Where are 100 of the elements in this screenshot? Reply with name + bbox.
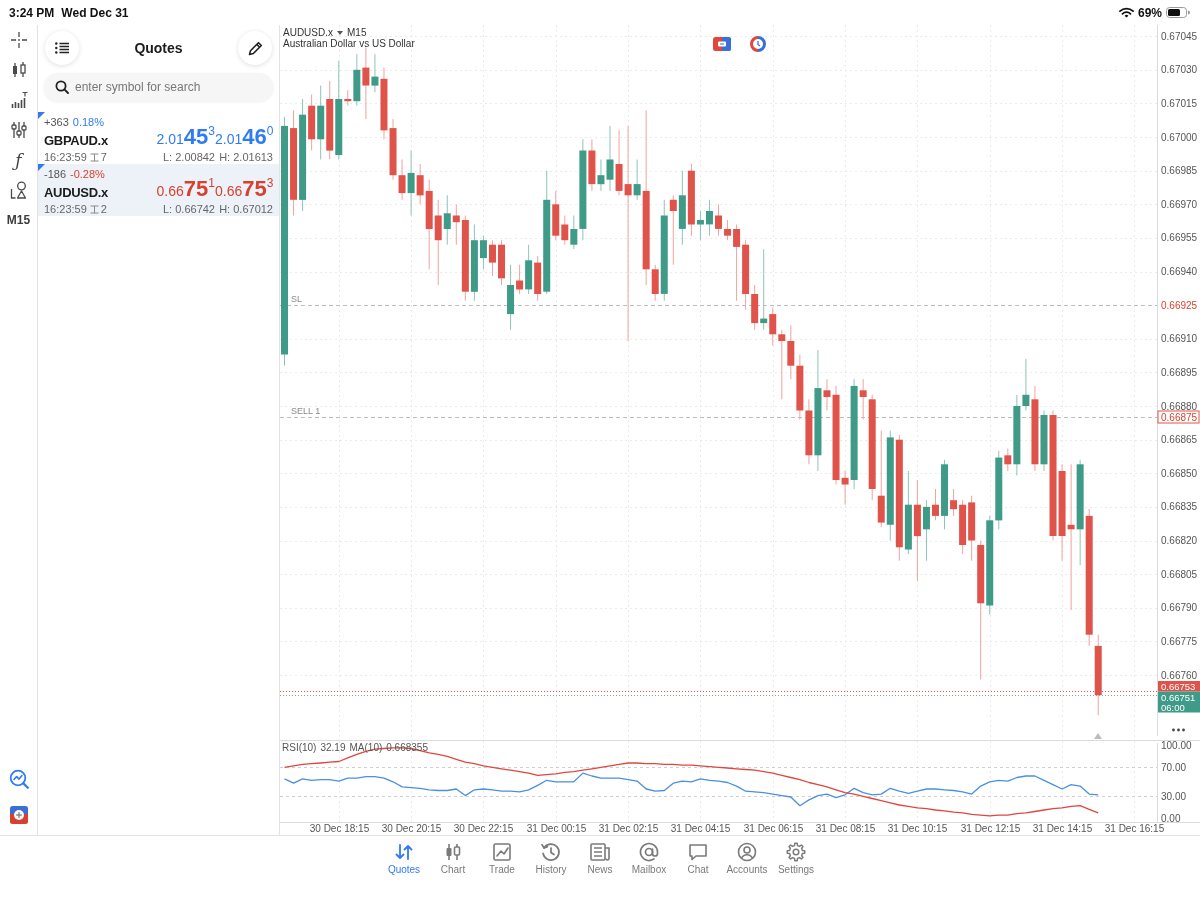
spread-value: 2 — [100, 203, 107, 215]
nav-tab[interactable]: Mailbox — [624, 842, 674, 878]
point-change: +363 — [44, 116, 69, 128]
shapes-icon[interactable] — [9, 181, 28, 199]
bid-price: 0.66751 — [1161, 691, 1196, 703]
search-field[interactable]: enter symbol for search — [44, 73, 273, 101]
nav-tab[interactable]: Trade — [477, 842, 527, 878]
time-axis-label: 31 Dec 10:15 — [887, 823, 948, 834]
falling-candle — [588, 138, 596, 192]
time-axis-label: 31 Dec 08:15 — [815, 823, 876, 834]
quote-row[interactable]: -186 -0.28% AUDUSD.x 0.6675$^{1}$0.6675$^{3}$ 16:23:59 2 L: 0.66742 H: 0.67012 — [38, 164, 279, 216]
status-date: Wed Dec 31 — [61, 5, 129, 20]
level-label: SL — [291, 293, 302, 304]
price-axis-label: 0.67015 — [1161, 97, 1198, 109]
time-axis-label: 31 Dec 04:15 — [670, 823, 731, 834]
bid-price: 2.0145$^{3}$ — [155, 126, 215, 150]
chart-timeframe: M15 — [347, 27, 367, 38]
price-axis-label: 0.66970 — [1161, 198, 1198, 210]
price-axis-label: 0.66820 — [1161, 535, 1198, 546]
pencil-icon — [247, 40, 263, 56]
time-axis-label: 31 Dec 16:15 — [1104, 823, 1165, 834]
time-axis-label: 31 Dec 12:15 — [960, 823, 1021, 834]
nav-tab[interactable]: Chart — [428, 842, 478, 878]
timeframe-button[interactable]: M15 — [6, 213, 31, 227]
series-name: MA(10) — [349, 742, 383, 753]
chart-magnifier-icon[interactable] — [8, 769, 29, 789]
price-axis-label: 0.66910 — [1161, 333, 1198, 345]
high-price: H: 2.01613 — [218, 151, 273, 163]
clock-ring-icon[interactable] — [750, 36, 766, 52]
rising-candle — [941, 459, 949, 530]
caret-icon[interactable] — [337, 30, 343, 35]
sliders-icon[interactable] — [9, 121, 28, 139]
nav-tab[interactable]: History — [526, 842, 576, 878]
quote-row[interactable]: +363 0.18% GBPAUD.x 2.0145$^{3}$2.0146$^{0}$ 16:23:59 7 L: 2.00842 H: 2.01613 — [38, 112, 279, 164]
price-axis-label: 0.66865 — [1161, 434, 1198, 446]
falling-candle — [488, 239, 496, 277]
time-axis-label: 31 Dec 14:15 — [1032, 823, 1093, 834]
status-time: 3:24 PM — [9, 5, 55, 20]
bar-countdown: 06:00 — [1161, 701, 1185, 713]
falling-candle — [932, 488, 939, 521]
up-down-arrows-icon — [393, 842, 415, 862]
spread-icon — [89, 204, 99, 214]
time-axis-label: 30 Dec 20:15 — [381, 823, 442, 834]
symbol-name: AUDUSD.x — [44, 185, 110, 202]
ask-price: 0.6675$^{3}$ — [215, 178, 273, 202]
spread-value: 7 — [100, 151, 107, 163]
price-axis-label: 0.66805 — [1161, 568, 1198, 580]
time-axis-label: 31 Dec 02:15 — [598, 823, 659, 834]
price-axis-label: 0.67000 — [1161, 131, 1198, 143]
low-price: L: 0.66742 — [162, 203, 215, 215]
high-price: H: 0.67012 — [218, 203, 273, 215]
series-name: RSI(10) — [282, 742, 317, 753]
history-icon — [540, 842, 562, 862]
falling-candle — [516, 264, 524, 295]
edit-button[interactable] — [238, 31, 272, 65]
price-axis-label: 0.66940 — [1161, 266, 1198, 278]
more-icon[interactable] — [1172, 728, 1185, 732]
falling-candle — [1004, 448, 1012, 472]
price-axis-label: 0.66880 — [1161, 400, 1198, 412]
panel-title: Quotes — [133, 40, 184, 56]
price-axis-label: 0.66835 — [1161, 501, 1198, 513]
time-axis-label: 31 Dec 06:15 — [743, 823, 804, 834]
price-axis-label: 0.66850 — [1161, 467, 1198, 479]
low-price: L: 2.00842 — [162, 151, 215, 163]
bar-chart-icon[interactable] — [9, 91, 28, 109]
nav-tab[interactable]: Accounts — [722, 842, 772, 878]
wifi-icon — [1118, 7, 1134, 18]
list-button[interactable] — [45, 31, 79, 65]
nav-tab[interactable]: Chat — [673, 842, 723, 878]
symbol-name: GBPAUD.x — [44, 133, 109, 150]
rising-candle — [353, 53, 361, 107]
nav-tab[interactable]: News — [575, 842, 625, 878]
stop-loss-price: 0.66925 — [1161, 300, 1198, 311]
chart-description: Australian Dollar vs US Dollar — [283, 38, 415, 49]
indicator-axis-label: 70.00 — [1161, 761, 1187, 773]
price-axis-label: 0.66760 — [1161, 669, 1198, 681]
price-axis-label: 0.66985 — [1161, 165, 1198, 177]
falling-candle — [669, 194, 677, 266]
nav-tab[interactable]: Settings — [771, 842, 821, 878]
trade-buttons-icon[interactable] — [713, 37, 731, 51]
plus-badge-icon[interactable] — [8, 805, 29, 825]
time-axis-label: 30 Dec 22:15 — [453, 823, 514, 834]
price-axis-label: 0.66955 — [1161, 232, 1198, 244]
chart-symbol: AUDUSD.x — [283, 27, 333, 38]
order-price-tag: 0.66875 — [1157, 410, 1200, 424]
at-sign-icon — [638, 842, 660, 862]
price-axis-label: 0.66790 — [1161, 602, 1198, 614]
falling-candle — [498, 239, 505, 286]
ask-price: 2.0146$^{0}$ — [215, 126, 273, 150]
indicator-axis-label: 30.00 — [1161, 790, 1187, 802]
percent-change: -0.28% — [70, 168, 105, 180]
percent-change: 0.18% — [72, 116, 104, 128]
nav-tab[interactable]: Quotes — [379, 842, 429, 878]
triangle-marker-icon — [1094, 733, 1102, 739]
falling-candle — [344, 89, 352, 107]
price-axis-label: 0.67045 — [1161, 30, 1198, 42]
price-axis-label: 0.67030 — [1161, 64, 1198, 76]
crosshair-icon[interactable] — [9, 31, 28, 49]
spread-icon — [89, 152, 99, 162]
rising-candle — [922, 499, 930, 562]
